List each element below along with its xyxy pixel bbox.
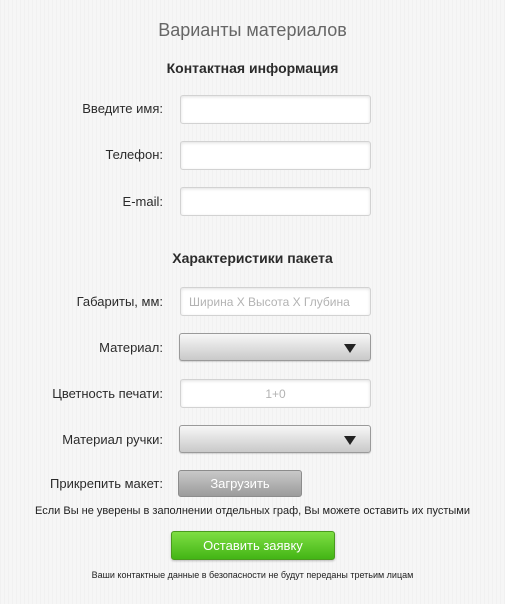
attach-label: Прикрепить макет:	[50, 476, 163, 491]
handle-material-select[interactable]	[179, 425, 371, 453]
print-color-input[interactable]	[180, 379, 371, 408]
name-label: Введите имя:	[82, 101, 163, 116]
material-label: Материал:	[99, 340, 163, 355]
dimensions-label: Габариты, мм:	[76, 294, 163, 309]
privacy-note: Ваши контактные данные в безопасности не…	[91, 570, 414, 580]
material-select[interactable]	[179, 333, 371, 361]
email-input[interactable]	[180, 187, 371, 216]
email-label: E-mail:	[122, 194, 163, 209]
phone-label: Телефон:	[105, 147, 163, 162]
phone-input[interactable]	[180, 141, 371, 170]
name-input[interactable]	[180, 95, 371, 124]
contact-section-title: Контактная информация	[166, 60, 339, 76]
page-title: Варианты материалов	[158, 20, 347, 40]
unsure-note: Если Вы не уверены в заполнении отдельны…	[35, 505, 470, 517]
print-color-label: Цветность печати:	[52, 386, 163, 401]
triangle-down-icon	[344, 344, 356, 353]
submit-button[interactable]: Оставить заявку	[171, 531, 335, 560]
triangle-down-icon	[344, 436, 356, 445]
handle-material-label: Материал ручки:	[62, 432, 163, 447]
upload-button[interactable]: Загрузить	[178, 470, 302, 497]
package-section-title: Характеристики пакета	[172, 250, 333, 266]
dimensions-input[interactable]	[180, 287, 371, 316]
